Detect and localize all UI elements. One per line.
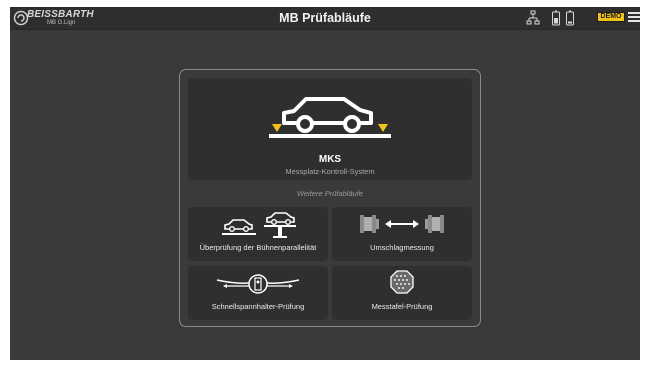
battery-icon	[566, 10, 574, 26]
lift-parallelism-icon	[222, 212, 296, 238]
menu-icon[interactable]	[628, 12, 640, 24]
mks-subtitle: Messplatz-Kontroll-System	[285, 167, 375, 176]
page-title: MB Prüfabläufe	[279, 11, 371, 25]
quick-clamp-icon	[216, 274, 300, 294]
target-board-card[interactable]: Messtafel-Prüfung	[332, 266, 472, 320]
car-on-lift-icon	[269, 97, 391, 138]
card-label: Umschlagmessung	[370, 243, 434, 252]
section-label: Weitere Prüfabläufe	[296, 189, 364, 198]
lift-parallelism-card[interactable]: Überprüfung der Bühnenparallelität	[188, 207, 328, 261]
card-label: Überprüfung der Bühnenparallelität	[199, 243, 317, 252]
top-bar: BEISSBARTH MB G.Lign MB Prüfabläufe DEMO	[10, 7, 640, 30]
card-label: Schnellspannhalter-Prüfung	[211, 302, 305, 311]
mks-title: MKS	[318, 154, 342, 165]
target-board-icon	[390, 270, 414, 294]
app-window: BEISSBARTH MB G.Lign MB Prüfabläufe DEMO	[10, 7, 640, 360]
quick-clamp-card[interactable]: Schnellspannhalter-Prüfung	[188, 266, 328, 320]
test-selection-panel: MKS Messplatz-Kontroll-System Weitere Pr…	[179, 69, 481, 327]
runout-measurement-icon	[360, 215, 444, 233]
demo-badge: DEMO	[597, 12, 625, 22]
mks-card[interactable]: MKS Messplatz-Kontroll-System	[188, 78, 472, 180]
card-label: Messtafel-Prüfung	[371, 302, 433, 311]
network-icon[interactable]	[526, 10, 540, 26]
runout-measurement-card[interactable]: Umschlagmessung	[332, 207, 472, 261]
battery-icon	[552, 10, 560, 26]
